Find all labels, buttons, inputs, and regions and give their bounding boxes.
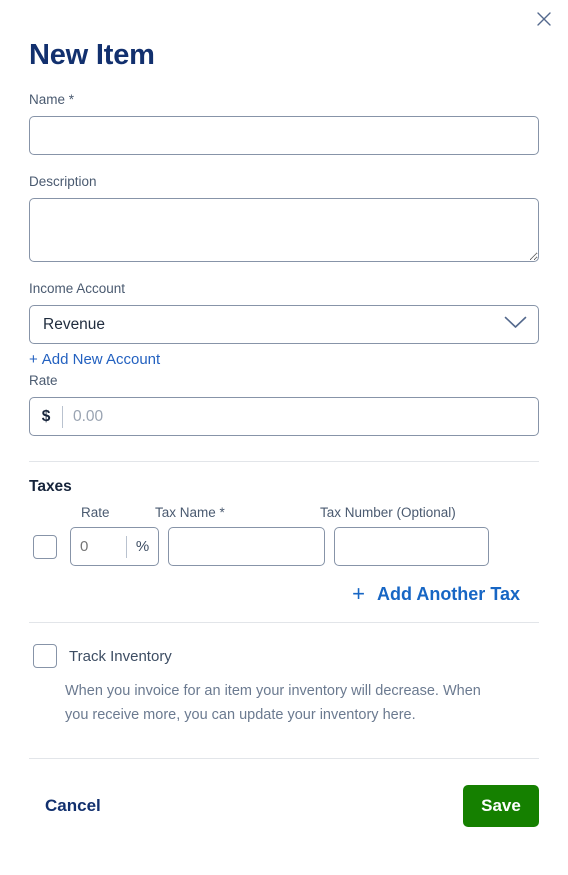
plus-icon: + <box>29 351 38 368</box>
tax-number-input[interactable] <box>334 527 489 566</box>
description-textarea[interactable] <box>29 198 539 262</box>
save-button[interactable]: Save <box>463 785 539 827</box>
rate-field-group: Rate $ <box>29 372 539 436</box>
cancel-button[interactable]: Cancel <box>29 788 117 824</box>
percent-symbol: % <box>126 535 158 558</box>
add-new-account-link[interactable]: + Add New Account <box>29 350 160 370</box>
close-icon <box>537 12 551 26</box>
track-inventory-section: Track Inventory When you invoice for an … <box>29 623 539 727</box>
tax-name-input[interactable] <box>168 527 325 566</box>
track-inventory-description: When you invoice for an item your invent… <box>65 683 481 723</box>
track-inventory-head: Track Inventory <box>29 641 539 671</box>
taxes-header-number: Tax Number (Optional) <box>320 505 456 520</box>
income-account-select-wrap: Revenue <box>29 305 539 344</box>
name-input[interactable] <box>29 116 539 155</box>
rate-input-wrap: $ <box>29 397 539 436</box>
taxes-heading: Taxes <box>29 478 72 495</box>
rate-input[interactable] <box>63 398 538 435</box>
description-field-group: Description <box>29 173 539 262</box>
income-account-label: Income Account <box>29 281 126 296</box>
taxes-section: Taxes Rate Tax Name * Tax Number (Option… <box>29 462 539 605</box>
add-another-tax-row: + Add Another Tax <box>29 583 539 605</box>
tax-row: % <box>29 527 539 566</box>
new-item-modal: New Item Name * Description Income Accou… <box>0 0 568 875</box>
modal-footer: Cancel Save <box>29 759 539 827</box>
income-account-field-group: Income Account Revenue + Add New Account <box>29 280 539 370</box>
add-another-tax-label: Add Another Tax <box>377 583 520 604</box>
currency-symbol: $ <box>30 405 63 428</box>
name-label: Name * <box>29 92 75 107</box>
close-button[interactable] <box>531 6 557 32</box>
tax-rate-input[interactable] <box>71 528 126 565</box>
taxes-header-rate: Rate <box>81 505 110 520</box>
tax-rate-input-wrap: % <box>70 527 159 566</box>
income-account-select[interactable]: Revenue <box>29 305 539 344</box>
plus-icon: + <box>352 581 365 606</box>
taxes-header-name: Tax Name * <box>155 505 225 520</box>
tax-row-checkbox[interactable] <box>33 534 57 559</box>
track-inventory-checkbox[interactable] <box>33 644 57 668</box>
description-label: Description <box>29 174 97 189</box>
add-new-account-label: Add New Account <box>41 351 161 368</box>
page-title: New Item <box>29 39 155 71</box>
name-field-group: Name * <box>29 91 539 155</box>
rate-label: Rate <box>29 373 58 388</box>
add-another-tax-link[interactable]: + Add Another Tax <box>352 583 520 605</box>
track-inventory-label: Track Inventory <box>69 647 172 665</box>
taxes-column-headers: Rate Tax Name * Tax Number (Optional) <box>29 505 539 520</box>
